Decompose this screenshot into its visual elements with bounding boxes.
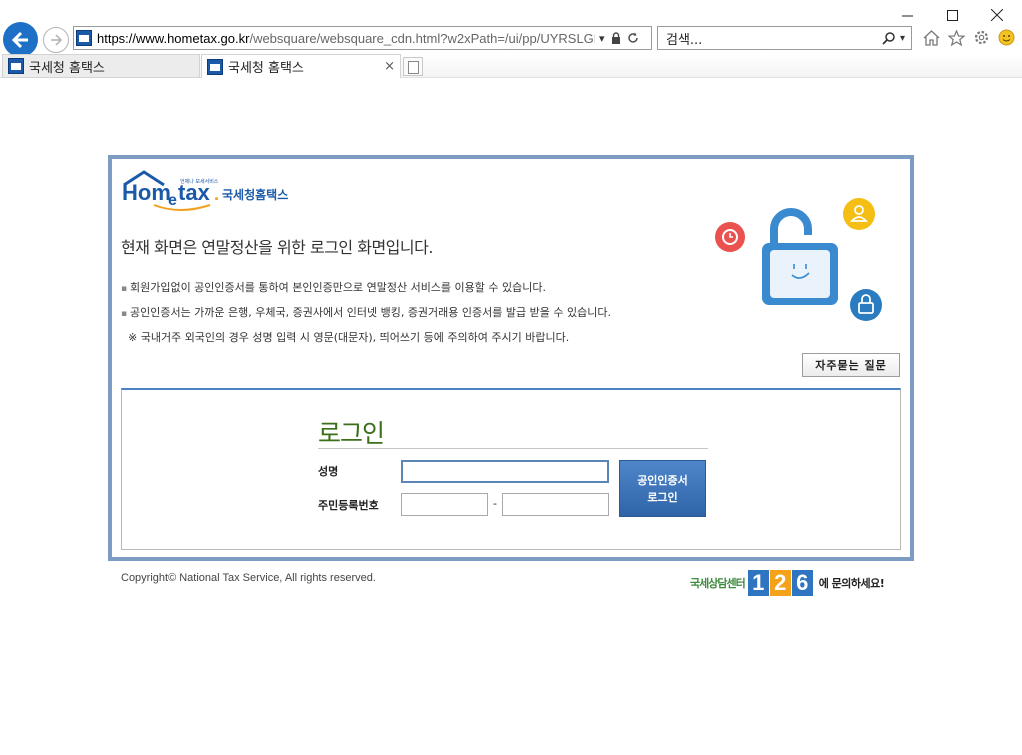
refresh-icon[interactable] bbox=[627, 32, 639, 44]
tab-hometax-1[interactable]: 국세청 홈택스 bbox=[2, 54, 200, 78]
tab-close-icon[interactable]: × bbox=[384, 59, 395, 74]
faq-button[interactable]: 자주묻는 질문 bbox=[802, 353, 900, 377]
info-list: 회원가입없이 공인인증서를 통하여 본인인증만으로 연말정산 서비스를 이용할 … bbox=[121, 276, 611, 349]
url-path: /websquare/websquare_cdn.html?w2xPath=/u… bbox=[249, 30, 595, 46]
address-bar[interactable]: https://www.hometax.go.kr/websquare/webs… bbox=[73, 26, 652, 50]
cert-button-line2: 로그인 bbox=[647, 490, 678, 504]
tab-favicon-icon bbox=[8, 58, 24, 74]
login-form: 로그인 성명 주민등록번호 - 공인인증서 로그인 bbox=[121, 388, 901, 550]
title-divider bbox=[318, 448, 708, 449]
tab-label: 국세청 홈택스 bbox=[29, 60, 105, 76]
clock-icon bbox=[715, 222, 745, 252]
callcenter-digit: 2 bbox=[769, 570, 791, 596]
url-text[interactable]: https://www.hometax.go.kr/websquare/webs… bbox=[97, 31, 595, 46]
callcenter-digit: 1 bbox=[747, 570, 769, 596]
forward-button[interactable] bbox=[43, 27, 69, 53]
url-host: https://www.hometax.go.kr bbox=[97, 30, 250, 46]
info-item: 공인인증서는 가까운 은행, 우체국, 증권사에서 인터넷 뱅킹, 증권거래용 … bbox=[121, 301, 611, 326]
user-icon bbox=[843, 198, 875, 230]
page-headline: 현재 화면은 연말정산을 위한 로그인 화면입니다. bbox=[121, 238, 433, 257]
favorites-star-icon[interactable] bbox=[947, 28, 966, 47]
rrn-label: 주민등록번호 bbox=[318, 499, 379, 512]
rrn-front-input[interactable] bbox=[401, 493, 488, 516]
cert-button-line1: 공인인증서 bbox=[637, 473, 688, 487]
back-button[interactable] bbox=[3, 22, 38, 57]
logo-tagline: 언제나 보세서비스 bbox=[180, 178, 219, 185]
browser-tools bbox=[922, 28, 1016, 47]
callcenter-banner[interactable]: 국세상담센터 1 2 6 에 문의하세요! bbox=[690, 570, 885, 596]
settings-gear-icon[interactable] bbox=[972, 28, 991, 47]
copyright-text: Copyright© National Tax Service, All rig… bbox=[121, 572, 376, 584]
login-title: 로그인 bbox=[318, 419, 385, 448]
logo-subtitle: 국세청홈택스 bbox=[222, 187, 288, 202]
search-placeholder: 검색... bbox=[666, 32, 703, 48]
tab-favicon-icon bbox=[207, 58, 223, 75]
foreigner-note: ※ 국내거주 외국인의 경우 성명 입력 시 영문(대문자), 띄어쓰기 등에 … bbox=[128, 331, 570, 344]
name-input[interactable] bbox=[401, 460, 609, 483]
back-arrow-icon bbox=[11, 31, 28, 48]
dropdown-arrow-icon[interactable]: ▾ bbox=[599, 32, 605, 45]
callcenter-prefix: 국세상담센터 bbox=[690, 577, 746, 590]
new-tab-button[interactable] bbox=[403, 57, 423, 76]
tab-label: 국세청 홈택스 bbox=[228, 61, 304, 76]
callcenter-suffix: 에 문의하세요! bbox=[818, 577, 885, 590]
tab-bar: 국세청 홈택스 국세청 홈택스 × bbox=[0, 54, 1022, 78]
rrn-back-input[interactable] bbox=[502, 493, 609, 516]
callcenter-number: 1 2 6 bbox=[747, 570, 814, 596]
certificate-login-button[interactable]: 공인인증서 로그인 bbox=[619, 460, 706, 517]
home-icon[interactable] bbox=[922, 28, 941, 47]
navigation-bar: https://www.hometax.go.kr/websquare/webs… bbox=[0, 22, 1022, 57]
search-icon[interactable] bbox=[882, 31, 896, 45]
tab-hometax-2[interactable]: 국세청 홈택스 × bbox=[201, 54, 401, 78]
svg-text:.: . bbox=[214, 184, 219, 204]
lock-icon[interactable] bbox=[611, 32, 621, 44]
svg-text:Hom: Hom bbox=[122, 180, 171, 205]
login-panel: Hom e tax . 언제나 보세서비스 국세청홈택스 현재 화면은 연말정산… bbox=[108, 155, 914, 561]
search-box[interactable]: 검색... ▾ bbox=[657, 26, 912, 50]
hometax-logo[interactable]: Hom e tax . 언제나 보세서비스 국세청홈택스 bbox=[122, 169, 302, 213]
smiley-feedback-icon[interactable] bbox=[997, 28, 1016, 47]
callcenter-digit: 6 bbox=[791, 570, 813, 596]
lock-badge-icon bbox=[850, 289, 882, 321]
security-illustration bbox=[708, 195, 884, 329]
info-item: 회원가입없이 공인인증서를 통하여 본인인증만으로 연말정산 서비스를 이용할 … bbox=[121, 276, 611, 301]
forward-arrow-icon bbox=[51, 34, 63, 46]
svg-text:e: e bbox=[168, 192, 177, 209]
open-padlock-icon bbox=[762, 208, 838, 305]
rrn-separator: - bbox=[493, 497, 497, 510]
name-label: 성명 bbox=[318, 465, 339, 478]
search-dropdown-icon[interactable]: ▾ bbox=[900, 33, 905, 44]
site-favicon-icon bbox=[76, 30, 92, 46]
